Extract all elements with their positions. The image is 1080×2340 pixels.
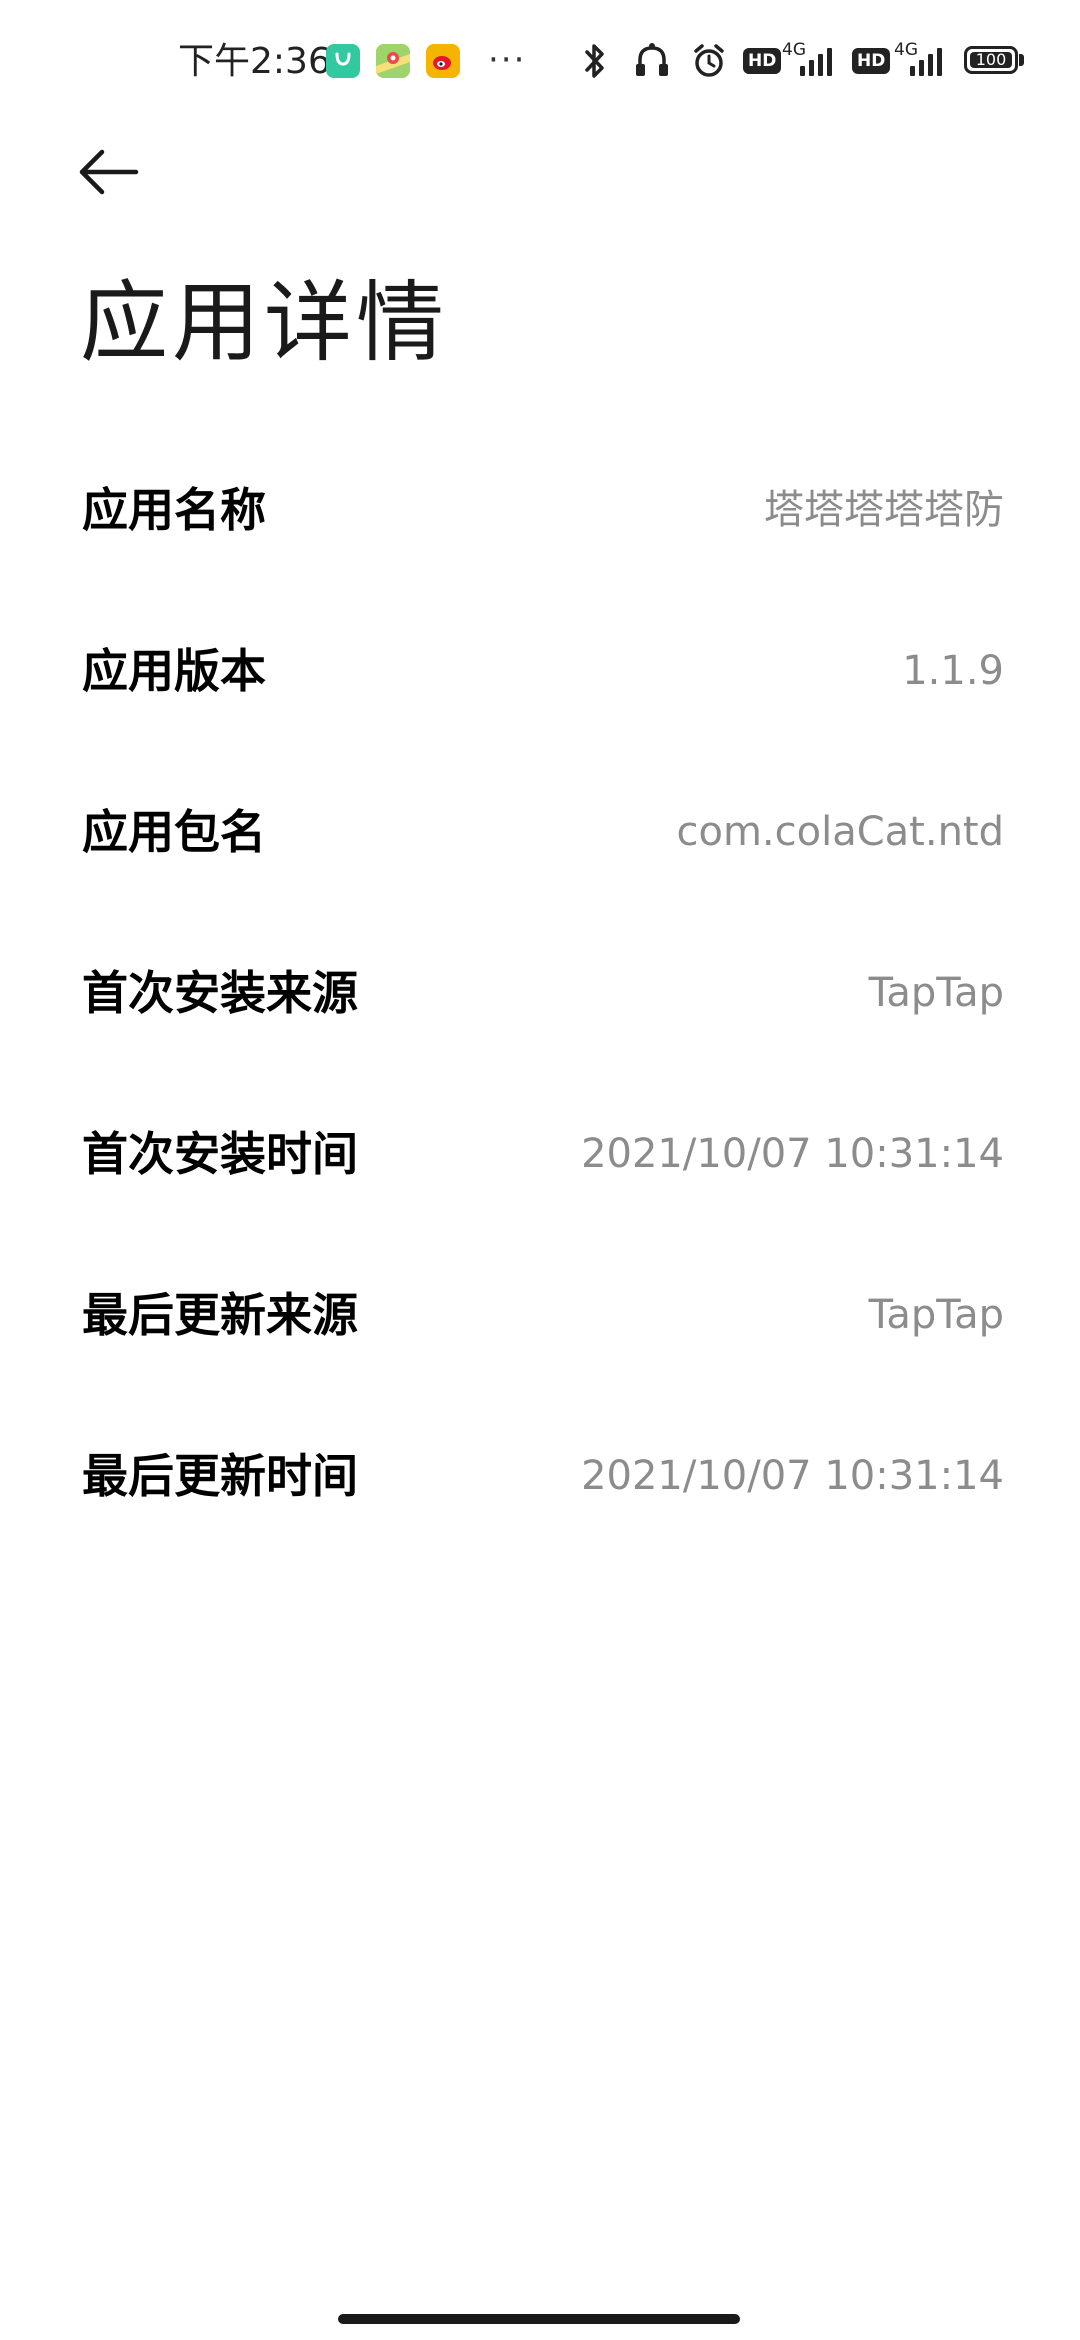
signal-icon bbox=[796, 44, 838, 78]
back-button[interactable] bbox=[72, 136, 144, 208]
hd-badge-sim2: HD bbox=[852, 48, 891, 74]
more-notifications-icon: ··· bbox=[488, 40, 527, 80]
package-name-label: 应用包名 bbox=[82, 805, 266, 859]
last-update-source-value: TapTap bbox=[868, 1292, 1004, 1338]
last-update-source-label: 最后更新来源 bbox=[82, 1288, 358, 1342]
battery-tip bbox=[1019, 54, 1024, 66]
shopping-bag-app-icon bbox=[326, 44, 360, 78]
page-title: 应用详情 bbox=[80, 271, 449, 374]
row-first-install-time: 首次安装时间 2021/10/07 10:31:14 bbox=[0, 1094, 1080, 1255]
package-name-value: com.colaCat.ntd bbox=[676, 809, 1005, 855]
app-name-label: 应用名称 bbox=[82, 483, 266, 537]
bluetooth-icon bbox=[580, 40, 610, 82]
alarm-icon bbox=[690, 40, 728, 82]
first-install-source-value: TapTap bbox=[868, 970, 1004, 1016]
weibo-app-icon bbox=[426, 44, 460, 78]
arrow-left-icon bbox=[79, 149, 139, 195]
app-version-label: 应用版本 bbox=[82, 644, 266, 698]
home-gesture-bar[interactable] bbox=[338, 2314, 740, 2324]
row-last-update-source: 最后更新来源 TapTap bbox=[0, 1255, 1080, 1416]
row-last-update-time: 最后更新时间 2021/10/07 10:31:14 bbox=[0, 1416, 1080, 1577]
last-update-time-value: 2021/10/07 10:31:14 bbox=[581, 1453, 1004, 1499]
status-bar: 下午2:36 ··· HD 4G HD 4G 100 bbox=[0, 0, 1080, 124]
app-name-value: 塔塔塔塔塔防 bbox=[764, 487, 1004, 533]
maps-app-icon bbox=[376, 44, 410, 78]
first-install-time-label: 首次安装时间 bbox=[82, 1127, 358, 1181]
row-first-install-source: 首次安装来源 TapTap bbox=[0, 933, 1080, 1094]
first-install-time-value: 2021/10/07 10:31:14 bbox=[581, 1131, 1004, 1177]
app-version-value: 1.1.9 bbox=[902, 648, 1004, 694]
row-app-name: 应用名称 塔塔塔塔塔防 bbox=[0, 450, 1080, 611]
app-details-list: 应用名称 塔塔塔塔塔防 应用版本 1.1.9 应用包名 com.colaCat.… bbox=[0, 450, 1080, 1577]
signal-icon bbox=[906, 44, 948, 78]
last-update-time-label: 最后更新时间 bbox=[82, 1449, 358, 1503]
row-package-name: 应用包名 com.colaCat.ntd bbox=[0, 772, 1080, 933]
first-install-source-label: 首次安装来源 bbox=[82, 966, 358, 1020]
battery-icon: 100 bbox=[964, 46, 1018, 74]
row-app-version: 应用版本 1.1.9 bbox=[0, 611, 1080, 772]
battery-level: 100 bbox=[975, 50, 1007, 69]
status-time: 下午2:36 bbox=[178, 41, 331, 82]
hd-badge-sim1: HD bbox=[743, 48, 782, 74]
headset-icon bbox=[632, 40, 672, 82]
